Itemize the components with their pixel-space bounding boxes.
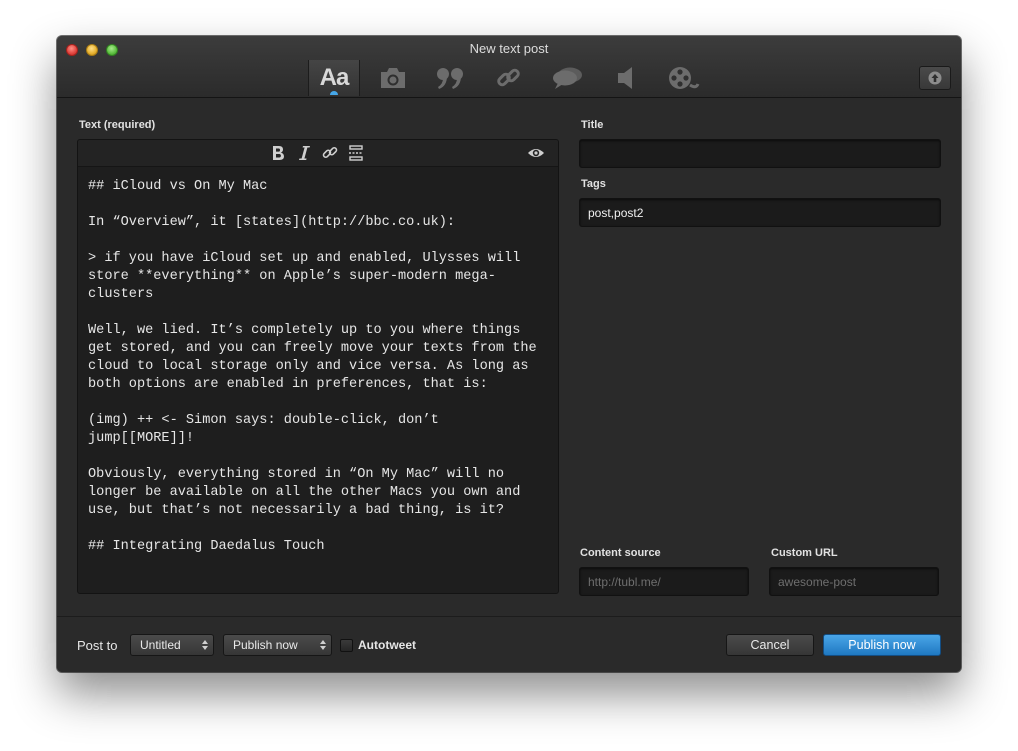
post-type-link[interactable] bbox=[484, 60, 534, 96]
link-icon bbox=[497, 68, 520, 87]
autotweet-checkbox[interactable] bbox=[340, 639, 353, 652]
cancel-button[interactable]: Cancel bbox=[726, 634, 814, 656]
window-title: New text post bbox=[469, 41, 549, 56]
title-bar: New text post Aa bbox=[57, 36, 961, 98]
link-icon bbox=[322, 146, 338, 159]
content-source-input[interactable] bbox=[579, 567, 749, 596]
more-break-icon bbox=[349, 145, 363, 161]
new-post-window: New text post Aa Text (required) ## iClo… bbox=[57, 36, 961, 672]
chat-bubble-icon bbox=[553, 67, 582, 89]
tags-input[interactable] bbox=[579, 198, 941, 227]
editor-toolbar bbox=[78, 140, 558, 167]
custom-url-label: Custom URL bbox=[771, 547, 838, 559]
editor-content[interactable]: ## iCloud vs On My Mac In “Overview”, it… bbox=[88, 178, 548, 556]
post-type-audio[interactable] bbox=[601, 60, 651, 96]
active-indicator bbox=[330, 91, 338, 95]
autotweet-label[interactable]: Autotweet bbox=[358, 638, 416, 652]
chevron-updown-icon bbox=[202, 640, 208, 650]
link-button[interactable] bbox=[320, 143, 340, 163]
upload-button[interactable] bbox=[919, 66, 951, 90]
blog-select-value: Untitled bbox=[140, 638, 181, 652]
speaker-icon bbox=[618, 67, 632, 89]
bold-button[interactable] bbox=[268, 143, 288, 163]
preview-eye-icon bbox=[528, 149, 544, 157]
schedule-select-value: Publish now bbox=[233, 638, 298, 652]
italic-button[interactable] bbox=[294, 143, 314, 163]
post-type-quote[interactable] bbox=[426, 60, 476, 96]
post-type-video[interactable] bbox=[658, 60, 708, 96]
chevron-updown-icon bbox=[320, 640, 326, 650]
post-to-label: Post to bbox=[77, 638, 118, 653]
title-field-label: Title bbox=[581, 119, 604, 131]
preview-button[interactable] bbox=[526, 143, 546, 163]
read-more-button[interactable] bbox=[346, 143, 366, 163]
post-type-text[interactable]: Aa bbox=[308, 60, 360, 96]
title-input[interactable] bbox=[579, 139, 941, 168]
footer-bar: Post to Untitled Publish now Autotweet C… bbox=[57, 616, 961, 672]
tags-field-label: Tags bbox=[581, 178, 606, 190]
text-field-label: Text (required) bbox=[79, 119, 156, 131]
camera-icon bbox=[381, 68, 405, 88]
schedule-select[interactable]: Publish now bbox=[223, 634, 332, 656]
bold-icon bbox=[273, 146, 284, 160]
publish-now-button[interactable]: Publish now bbox=[823, 634, 941, 656]
text-editor[interactable]: ## iCloud vs On My Mac In “Overview”, it… bbox=[77, 139, 559, 594]
post-type-photo[interactable] bbox=[368, 60, 418, 96]
post-type-chat[interactable] bbox=[543, 60, 593, 96]
text-icon: Aa bbox=[319, 64, 350, 91]
italic-icon bbox=[299, 146, 310, 160]
quote-icon bbox=[437, 68, 463, 89]
content-source-label: Content source bbox=[580, 547, 661, 559]
film-reel-icon bbox=[669, 67, 700, 89]
blog-select[interactable]: Untitled bbox=[130, 634, 214, 656]
custom-url-input[interactable] bbox=[769, 567, 939, 596]
upload-icon bbox=[928, 71, 942, 85]
